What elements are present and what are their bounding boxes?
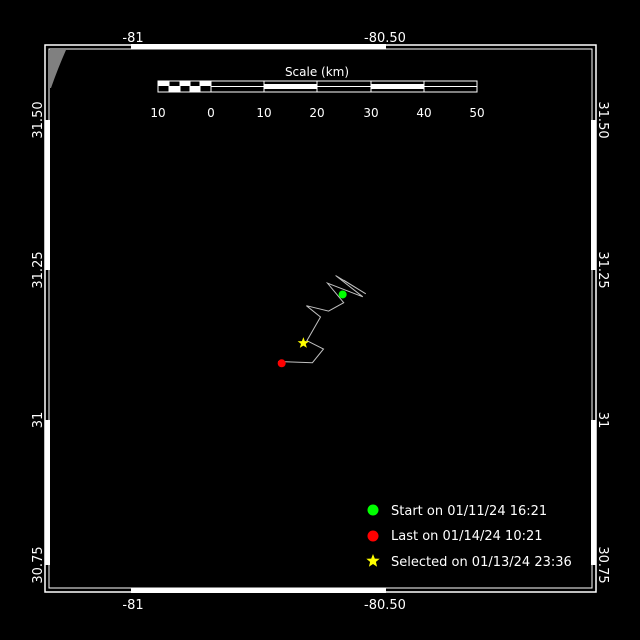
lat-label-right-1: 31.50 [595,101,610,138]
lon-label-top-2: -80.50 [364,31,406,46]
scale-seg [200,81,211,86]
top-frame-bar [131,44,386,49]
scale-tick-label: 10 [256,106,271,120]
legend-start-marker [367,504,379,516]
map-canvas: -81 -80.50 -81 -80.50 31.50 31.25 31 30.… [31,31,610,613]
legend-selected-label: Selected on 01/13/24 23:36 [391,555,572,570]
scale-title: Scale (km) [285,65,349,79]
scale-seg [371,84,424,89]
track-layer [277,275,367,368]
scale-bar: Scale (km) 10 0 10 20 30 40 50 [150,65,484,120]
lat-label-right-3: 31 [595,412,610,429]
scale-seg [264,84,317,89]
scale-seg [158,81,169,86]
bottom-frame-bar [131,588,386,593]
lon-label-bottom-2: -80.50 [364,598,406,613]
lat-label-right-4: 30.75 [595,546,610,583]
left-frame-bar [45,120,50,270]
lat-label-left-2: 31.25 [31,251,46,288]
legend-selected-star-icon [366,554,380,567]
legend-last-marker [367,530,379,542]
legend-last-label: Last on 01/14/24 10:21 [391,529,543,544]
scale-tick-label: 40 [416,106,431,120]
selected-star-marker [297,337,310,348]
left-frame-bar-2 [45,420,50,565]
scale-tick-label: 30 [363,106,378,120]
scale-seg [190,86,200,92]
lon-label-top-1: -81 [122,31,143,46]
scale-tick-label: 10 [150,106,165,120]
track-line [278,275,367,364]
legend: Start on 01/11/24 16:21 Last on 01/14/24… [366,504,572,570]
scale-tick-label: 0 [207,106,215,120]
last-marker [277,359,286,368]
scale-tick-label: 50 [469,106,484,120]
right-frame-bar-2 [591,420,596,565]
scale-seg [180,81,190,86]
right-frame-bar [591,120,596,270]
lat-label-left-4: 30.75 [31,546,46,583]
scale-seg [169,86,180,92]
lon-label-bottom-1: -81 [122,598,143,613]
lat-label-left-1: 31.50 [31,101,46,138]
land-area [50,50,66,88]
lat-label-left-3: 31 [31,412,46,429]
lat-label-right-2: 31.25 [595,251,610,288]
scale-tick-label: 20 [309,106,324,120]
start-marker [338,290,347,299]
legend-start-label: Start on 01/11/24 16:21 [391,504,547,519]
